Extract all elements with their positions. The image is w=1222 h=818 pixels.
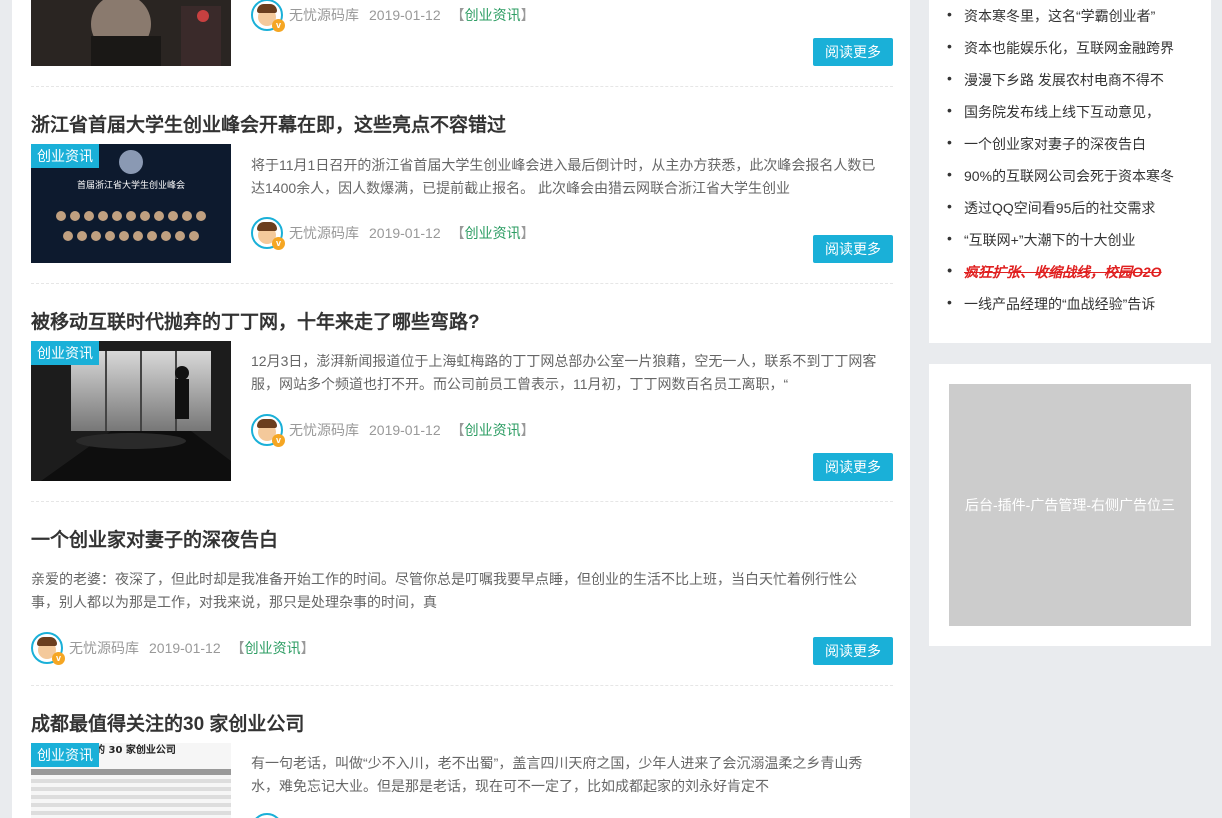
verified-badge-icon: v xyxy=(272,237,285,250)
author-avatar[interactable]: v xyxy=(251,414,285,447)
category-link[interactable]: 【创业资讯】 xyxy=(231,638,315,658)
article-meta: v 无忧源码库 2019-01-12 【创业资讯】 xyxy=(31,630,315,666)
category-tag[interactable]: 创业资讯 xyxy=(31,341,99,365)
article-item: 被移动互联时代抛弃的丁丁网，十年来走了哪些弯路? 创业资讯 12月3日，澎湃新闻… xyxy=(31,303,893,501)
article-list: v 无忧源码库 2019-01-12 【创业资讯】 阅读更多 浙江省首届大学生创… xyxy=(12,0,910,818)
article-title[interactable]: 成都最值得关注的30 家创业公司 xyxy=(31,709,304,736)
sidebar-article-link[interactable]: “互联网+”大潮下的十大创业 xyxy=(947,230,1208,250)
article-meta: v 无忧源码库 2019-01-12 【创业资讯】 xyxy=(251,412,535,448)
article-excerpt: 亲爱的老婆：夜深了，但此时却是我准备开始工作的时间。尽管你总是叮嘱我要早点睡，但… xyxy=(31,571,857,610)
article-thumbnail[interactable] xyxy=(31,0,231,66)
category-link[interactable]: 【创业资讯】 xyxy=(451,223,535,243)
sidebar-article-link-highlighted[interactable]: 疯狂扩张、收缩战线，校园O2O xyxy=(947,262,1208,282)
divider xyxy=(31,685,893,686)
sidebar-article-link[interactable]: 一线产品经理的“血战经验”告诉 xyxy=(947,294,1208,314)
author-avatar[interactable] xyxy=(251,813,283,818)
category-link[interactable]: 【创业资讯】 xyxy=(451,5,535,25)
article-thumbnail[interactable]: 创业资讯 xyxy=(31,341,231,481)
sidebar-article-link[interactable]: 资本寒冬里，这名“学霸创业者” xyxy=(947,6,1208,26)
ad-placeholder[interactable]: 后台-插件-广告管理-右侧广告位三 xyxy=(949,384,1191,626)
article-thumbnail[interactable]: 首届浙江省大学生创业峰会 创业资讯 xyxy=(31,144,231,263)
article-title[interactable]: 一个创业家对妻子的深夜告白 xyxy=(31,525,278,552)
read-more-button[interactable]: 阅读更多 xyxy=(813,235,893,263)
article-excerpt: 12月3日，澎湃新闻报道位于上海虹梅路的丁丁网总部办公室一片狼藉，空无一人，联系… xyxy=(251,353,877,392)
post-date: 2019-01-12 xyxy=(369,225,441,241)
thumbnail-image xyxy=(31,0,231,66)
author-avatar[interactable]: v xyxy=(251,0,285,32)
category-tag[interactable]: 创业资讯 xyxy=(31,144,99,168)
author-avatar[interactable]: v xyxy=(31,632,65,665)
sidebar-article-link[interactable]: 资本也能娱乐化，互联网金融跨界 xyxy=(947,38,1208,58)
divider xyxy=(31,86,893,87)
author-name[interactable]: 无忧源码库 xyxy=(289,223,359,243)
article-title[interactable]: 被移动互联时代抛弃的丁丁网，十年来走了哪些弯路? xyxy=(31,307,480,334)
article-excerpt: 将于11月1日召开的浙江省首届大学生创业峰会进入最后倒计时，从主办方获悉，此次峰… xyxy=(251,157,876,196)
divider xyxy=(31,501,893,502)
article-item: v 无忧源码库 2019-01-12 【创业资讯】 阅读更多 xyxy=(31,0,893,86)
sidebar-article-link[interactable]: 国务院发布线上线下互动意见， xyxy=(947,102,1208,122)
article-title[interactable]: 浙江省首届大学生创业峰会开幕在即，这些亮点不容错过 xyxy=(31,110,506,137)
sidebar-article-link[interactable]: 一个创业家对妻子的深夜告白 xyxy=(947,134,1208,154)
sidebar-article-link[interactable]: 90%的互联网公司会死于资本寒冬 xyxy=(947,166,1208,186)
read-more-button[interactable]: 阅读更多 xyxy=(813,453,893,481)
article-item: 浙江省首届大学生创业峰会开幕在即，这些亮点不容错过 首届浙江省大学生创业峰会 创… xyxy=(31,106,893,283)
article-meta: v 无忧源码库 2019-01-12 【创业资讯】 xyxy=(251,0,535,33)
author-name[interactable]: 无忧源码库 xyxy=(69,638,139,658)
author-name[interactable]: 无忧源码库 xyxy=(289,420,359,440)
read-more-button[interactable]: 阅读更多 xyxy=(813,38,893,66)
sidebar-article-link[interactable]: 漫漫下乡路 发展农村电商不得不 xyxy=(947,70,1208,90)
article-meta: v 无忧源码库 2019-01-12 【创业资讯】 xyxy=(251,215,535,251)
category-tag[interactable]: 创业资讯 xyxy=(31,743,99,767)
post-date: 2019-01-12 xyxy=(149,640,221,656)
divider xyxy=(31,283,893,284)
verified-badge-icon: v xyxy=(52,652,65,665)
article-thumbnail[interactable]: 得关注的 30 家创业公司 创业资讯 xyxy=(31,743,231,818)
sidebar-ad-panel: 后台-插件-广告管理-右侧广告位三 xyxy=(929,364,1211,646)
article-item: 成都最值得关注的30 家创业公司 得关注的 30 家创业公司 创业资讯 有一句老… xyxy=(31,705,893,818)
sidebar-article-link[interactable]: 透过QQ空间看95后的社交需求 xyxy=(947,198,1208,218)
article-item: 一个创业家对妻子的深夜告白 亲爱的老婆：夜深了，但此时却是我准备开始工作的时间。… xyxy=(31,521,893,685)
thumbnail-caption: 首届浙江省大学生创业峰会 xyxy=(77,179,185,191)
post-date: 2019-01-12 xyxy=(369,7,441,23)
sidebar-hot-articles: 资本寒冬里，这名“学霸创业者” 资本也能娱乐化，互联网金融跨界 漫漫下乡路 发展… xyxy=(929,0,1211,343)
post-date: 2019-01-12 xyxy=(369,422,441,438)
author-avatar[interactable]: v xyxy=(251,217,285,250)
verified-badge-icon: v xyxy=(272,434,285,447)
article-excerpt: 有一句老话，叫做“少不入川，老不出蜀”，盖言四川天府之国，少年人进来了会沉溺温柔… xyxy=(251,755,863,794)
verified-badge-icon: v xyxy=(272,19,285,32)
category-link[interactable]: 【创业资讯】 xyxy=(451,420,535,440)
author-name[interactable]: 无忧源码库 xyxy=(289,5,359,25)
read-more-button[interactable]: 阅读更多 xyxy=(813,637,893,665)
